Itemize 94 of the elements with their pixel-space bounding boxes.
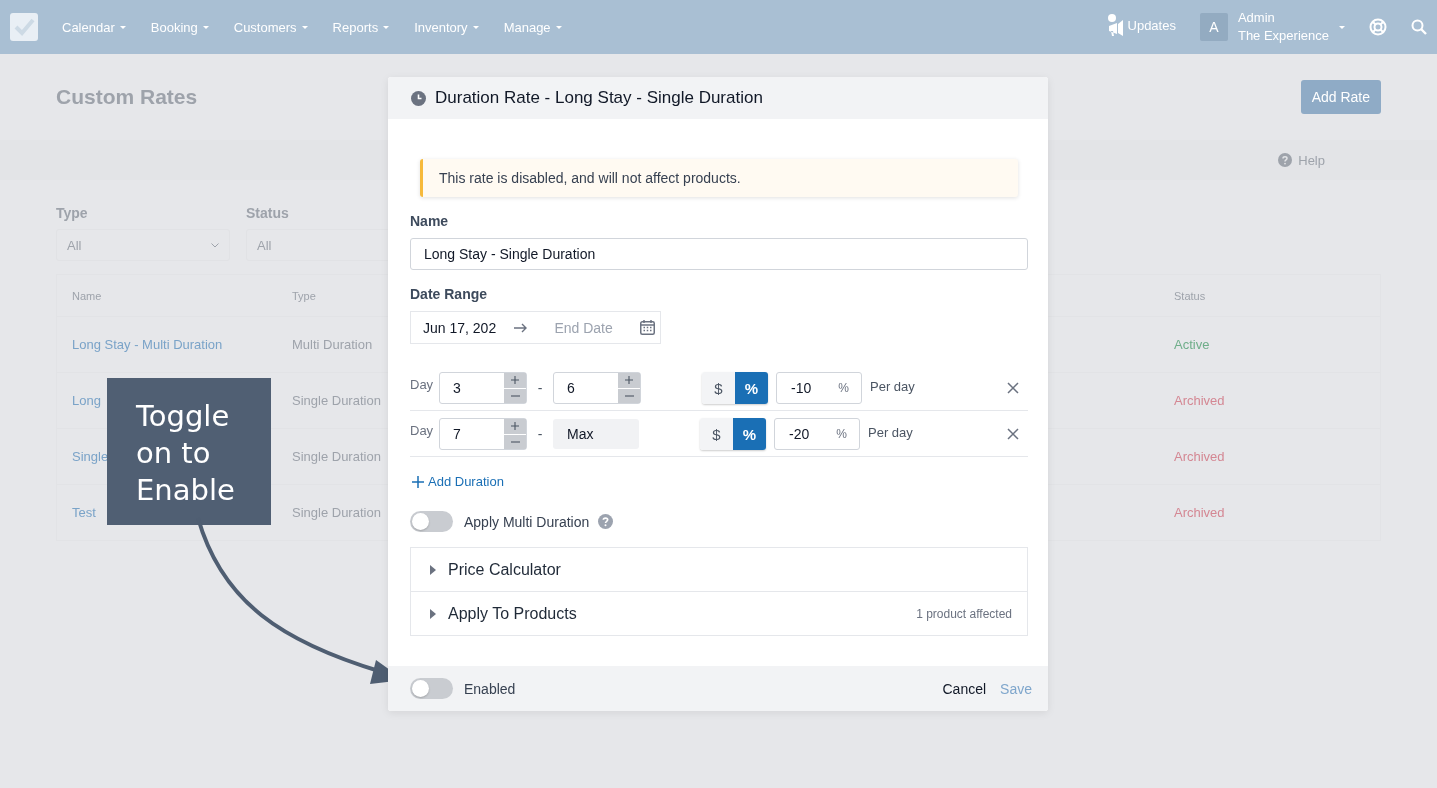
plus-icon bbox=[511, 376, 519, 385]
menu-item[interactable]: Calendar bbox=[62, 19, 126, 35]
dialog-title: Duration Rate - Long Stay - Single Duration bbox=[435, 88, 763, 108]
column-header: Name bbox=[72, 289, 102, 302]
increment-button[interactable] bbox=[504, 373, 526, 388]
filter-label: Type bbox=[56, 205, 89, 221]
menu-item[interactable]: Customers bbox=[233, 19, 308, 35]
table-cell: Single Duration bbox=[292, 393, 381, 408]
close-icon[interactable] bbox=[1007, 428, 1019, 440]
menu-item[interactable]: Manage bbox=[503, 19, 562, 35]
field-label: Name bbox=[410, 213, 450, 229]
plus-icon bbox=[412, 475, 424, 488]
range-dash: - bbox=[536, 380, 544, 396]
megaphone-icon bbox=[1107, 14, 1124, 36]
rate-name-link[interactable]: Test bbox=[72, 505, 96, 520]
chevron-down-icon bbox=[211, 242, 219, 248]
minus-icon bbox=[510, 394, 520, 397]
number-field[interactable]: 6 bbox=[553, 372, 641, 404]
page-title: Custom Rates bbox=[56, 85, 198, 109]
rate-name-link[interactable]: Long bbox=[72, 393, 101, 408]
avatar[interactable]: A bbox=[1199, 13, 1228, 41]
help-link[interactable]: Help bbox=[1278, 152, 1325, 168]
table-cell: Multi Duration bbox=[292, 337, 373, 352]
toggle-label: Enabled bbox=[464, 680, 516, 697]
number-field[interactable]: 3 bbox=[439, 372, 527, 404]
help-icon[interactable] bbox=[598, 514, 614, 529]
unit-toggle[interactable]: $ bbox=[702, 372, 735, 404]
annotation-tooltip: Toggle on to Enable bbox=[107, 378, 271, 525]
collapsible-section[interactable]: Price Calculator bbox=[411, 548, 1027, 591]
column-header: Status bbox=[1174, 289, 1206, 302]
caret-icon bbox=[119, 25, 126, 29]
status-text: Archived bbox=[1174, 393, 1225, 408]
column-header: Type bbox=[292, 289, 316, 302]
unit-toggle[interactable]: $ bbox=[700, 418, 733, 450]
menu-item[interactable]: Inventory bbox=[414, 19, 479, 35]
rate-name-link[interactable]: Long Stay - Multi Duration bbox=[72, 337, 223, 352]
plus-icon bbox=[625, 376, 633, 385]
arrow-right-icon bbox=[514, 322, 529, 333]
field-label: Date Range bbox=[410, 286, 489, 302]
toggle-label: Apply Multi Duration bbox=[464, 513, 590, 530]
period-label: Per day bbox=[870, 379, 915, 394]
calendar-icon bbox=[640, 320, 655, 335]
add-duration-link[interactable]: Add Duration bbox=[412, 474, 504, 489]
increment-button[interactable] bbox=[504, 419, 526, 434]
caret-icon bbox=[301, 25, 308, 29]
updates-link[interactable]: Updates bbox=[1107, 14, 1176, 36]
close-icon[interactable] bbox=[1007, 382, 1019, 394]
clock-icon bbox=[411, 90, 426, 106]
caret-icon bbox=[1339, 25, 1345, 29]
caret-icon bbox=[202, 25, 209, 29]
status-text: Active bbox=[1174, 337, 1210, 352]
logo-icon bbox=[10, 13, 38, 41]
increment-button[interactable] bbox=[618, 373, 640, 388]
max-field: Max bbox=[553, 419, 639, 449]
caret-icon bbox=[555, 25, 562, 29]
name-field[interactable]: Long Stay - Single Duration bbox=[410, 238, 1028, 270]
date-range-field[interactable]: Jun 17, 202 End Date bbox=[410, 311, 661, 344]
number-field[interactable]: 7 bbox=[439, 418, 527, 450]
toggle-switch[interactable] bbox=[410, 511, 453, 532]
decrement-button[interactable] bbox=[504, 388, 526, 403]
caret-icon bbox=[472, 25, 479, 29]
menu-item[interactable]: Reports bbox=[332, 19, 390, 35]
add-rate-button[interactable]: Add Rate bbox=[1300, 80, 1381, 114]
unit-toggle[interactable]: % bbox=[733, 418, 766, 450]
lifebuoy-icon[interactable] bbox=[1369, 18, 1387, 36]
status-text: Archived bbox=[1174, 449, 1225, 464]
decrement-button[interactable] bbox=[618, 388, 640, 403]
day-label: Day bbox=[410, 376, 435, 392]
user-name: Admin bbox=[1237, 9, 1276, 27]
amount-field[interactable]: -20 % bbox=[774, 418, 860, 450]
collapsible-section[interactable]: Apply To Products 1 product affected bbox=[411, 591, 1027, 635]
status-text: Archived bbox=[1174, 505, 1225, 520]
cancel-button[interactable]: Cancel bbox=[942, 680, 987, 697]
amount-field[interactable]: -10 % bbox=[776, 372, 862, 404]
menu-item[interactable]: Booking bbox=[150, 19, 209, 35]
toggle-switch[interactable] bbox=[410, 678, 453, 699]
range-dash: - bbox=[536, 426, 544, 442]
day-label: Day bbox=[410, 422, 435, 438]
filter-select[interactable]: All bbox=[56, 229, 230, 261]
help-icon bbox=[1278, 153, 1293, 167]
search-icon[interactable] bbox=[1411, 19, 1427, 35]
rate-name-link[interactable]: Single bbox=[72, 449, 109, 464]
caret-icon bbox=[383, 25, 390, 29]
table-cell: Single Duration bbox=[292, 505, 381, 520]
period-label: Per day bbox=[868, 425, 913, 440]
minus-icon bbox=[624, 394, 634, 397]
plus-icon bbox=[511, 422, 519, 431]
unit-toggle[interactable]: % bbox=[735, 372, 768, 404]
filter-label: Status bbox=[246, 205, 290, 221]
minus-icon bbox=[510, 440, 520, 443]
company-name: The Experience bbox=[1237, 27, 1329, 45]
warning-alert: This rate is disabled, and will not affect products. bbox=[420, 159, 1018, 197]
table-cell: Single Duration bbox=[292, 449, 381, 464]
decrement-button[interactable] bbox=[504, 434, 526, 449]
